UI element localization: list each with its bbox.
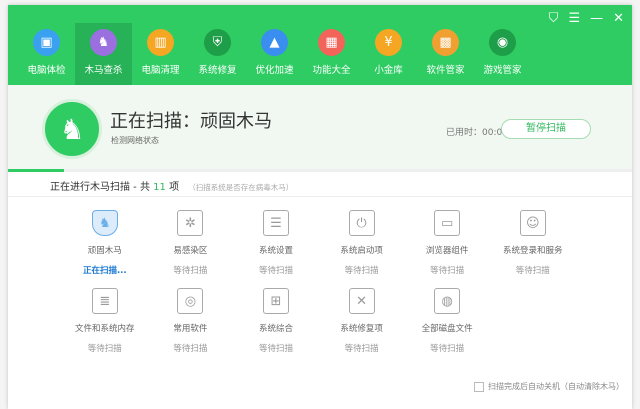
item-count: 11 xyxy=(153,182,166,193)
shield-horse-icon: ♞ xyxy=(91,210,118,236)
horse-icon: ♞ xyxy=(90,29,117,56)
nav-item[interactable]: ⛨ 系统修复 xyxy=(189,23,246,85)
scan-items-grid: ♞ 顽固木马正在扫描... ✲ 易感染区等待扫描 ☰ 系统设置等待扫描 ⏻ 系统启动项等待扫描… xyxy=(62,210,576,354)
horse-icon: ♞ xyxy=(42,99,102,159)
summary-hint: （扫描系统是否存在病毒木马） xyxy=(188,183,294,192)
nav-item[interactable]: ▲ 优化加速 xyxy=(246,23,303,85)
scan-item-status: 等待扫描 xyxy=(173,266,208,276)
scan-item-status: 正在扫描... xyxy=(82,266,127,276)
scan-item: ≣ 文件和系统内存 等待扫描 xyxy=(62,288,148,354)
scan-item: ✕ 系统修复项等待扫描 xyxy=(319,288,405,354)
scan-item: ◍ 全部磁盘文件 等待扫描 xyxy=(404,288,490,354)
pause-scan-button[interactable]: 暂停扫描 xyxy=(501,119,591,139)
hard-disk-icon: ◍ xyxy=(434,288,461,314)
progress-fill xyxy=(8,169,65,172)
nav-label: 电脑体检 xyxy=(27,65,66,76)
scan-item: ⏻ 系统启动项等待扫描 xyxy=(319,210,405,276)
scan-item: ✲ 易感染区等待扫描 xyxy=(148,210,234,276)
nav-label: 优化加速 xyxy=(255,65,294,76)
scan-item-label: 文件和系统内存 xyxy=(75,324,135,334)
shield-icon: ⛨ xyxy=(204,29,231,56)
close-icon[interactable]: ✕ xyxy=(613,11,624,26)
scan-item: ♞ 顽固木马正在扫描... xyxy=(62,210,148,276)
nav-label: 游戏管家 xyxy=(483,65,522,76)
software-box-icon: ◎ xyxy=(177,288,204,314)
nav-label: 功能大全 xyxy=(312,65,351,76)
auto-shutdown-checkbox[interactable] xyxy=(474,381,484,392)
apps-icon: ▩ xyxy=(432,29,459,56)
summary-suffix: 项 xyxy=(169,182,180,193)
scan-item-label: 系统修复项 xyxy=(340,324,383,334)
skin-icon[interactable]: ⛉ xyxy=(549,11,559,26)
nav-item[interactable]: ▣ 电脑体检 xyxy=(18,23,75,85)
scan-item: ▭ 浏览器组件等待扫描 xyxy=(404,210,490,276)
scan-item-label: 顽固木马 xyxy=(87,246,122,256)
scan-subtitle: 检测网络状态 xyxy=(111,136,159,145)
scan-item-status: 等待扫描 xyxy=(344,344,379,354)
top-nav-bar: ⛉ ☰ — ✕ ▣ 电脑体检 ♞ 木马查杀 ▥ 电脑清理 ⛨ 系统修复 ▲ 优化加速 ▦ 功能大全 ¥ 小… xyxy=(8,5,632,85)
scan-item: ⊞ 系统综合等待扫描 xyxy=(233,288,319,354)
auto-shutdown-label: 扫描完成后自动关机（自动清除木马） xyxy=(488,382,624,391)
scan-item-label: 系统启动项 xyxy=(340,246,383,256)
settings-monitor-icon: ☰ xyxy=(262,210,289,236)
scan-item-label: 全部磁盘文件 xyxy=(421,324,473,334)
scan-item-label: 常用软件 xyxy=(173,324,208,334)
main-nav: ▣ 电脑体检 ♞ 木马查杀 ▥ 电脑清理 ⛨ 系统修复 ▲ 优化加速 ▦ 功能大全 ¥ 小金库 ▩ 软件管家 ◉… xyxy=(18,23,531,85)
menu-icon[interactable]: ☰ xyxy=(568,11,580,26)
nav-item[interactable]: ♞ 木马查杀 xyxy=(75,23,132,85)
scan-item-status: 等待扫描 xyxy=(430,266,465,276)
scan-item: ◎ 常用软件等待扫描 xyxy=(148,288,234,354)
scan-item-label: 系统登录和服务 xyxy=(503,246,563,256)
rocket-icon: ▲ xyxy=(261,29,288,56)
power-folder-icon: ⏻ xyxy=(348,210,375,236)
scan-item-status: 等待扫描 xyxy=(258,344,293,354)
scan-item-label: 系统综合 xyxy=(258,324,293,334)
scan-item: ☺ 系统登录和服务 等待扫描 xyxy=(490,210,576,276)
grid-icon: ▦ xyxy=(318,29,345,56)
nav-label: 电脑清理 xyxy=(141,65,180,76)
scan-item-label: 易感染区 xyxy=(173,246,208,256)
nav-label: 小金库 xyxy=(374,65,403,76)
scan-item-status: 等待扫描 xyxy=(173,344,208,354)
nav-item[interactable]: ▦ 功能大全 xyxy=(303,23,360,85)
divider xyxy=(8,196,632,197)
scan-item: ☰ 系统设置等待扫描 xyxy=(233,210,319,276)
windows-icon: ⊞ xyxy=(262,288,289,314)
nav-label: 木马查杀 xyxy=(84,65,123,76)
money-bag-icon: ¥ xyxy=(375,29,402,56)
scan-item-label: 系统设置 xyxy=(258,246,293,256)
summary-prefix: 正在进行木马扫描 - 共 xyxy=(50,182,150,193)
scan-item-status: 等待扫描 xyxy=(515,266,550,276)
tools-icon: ✕ xyxy=(348,288,375,314)
scan-summary: 正在进行木马扫描 - 共 11 项 （扫描系统是否存在病毒木马） xyxy=(50,178,293,193)
id-badge-icon: ☺ xyxy=(519,210,546,236)
minimize-icon[interactable]: — xyxy=(590,11,603,26)
gamepad-icon: ◉ xyxy=(489,29,516,56)
nav-item[interactable]: ◉ 游戏管家 xyxy=(474,23,531,85)
broom-icon: ▥ xyxy=(147,29,174,56)
scan-item-status: 等待扫描 xyxy=(430,344,465,354)
auto-shutdown-option[interactable]: 扫描完成后自动关机（自动清除木马） xyxy=(474,381,624,392)
browser-icon: ▭ xyxy=(434,210,461,236)
nav-label: 软件管家 xyxy=(426,65,465,76)
scan-item-status: 等待扫描 xyxy=(87,344,122,354)
network-icon: ✲ xyxy=(177,210,204,236)
monitor-icon: ▣ xyxy=(33,29,60,56)
app-window: ⛉ ☰ — ✕ ▣ 电脑体检 ♞ 木马查杀 ▥ 电脑清理 ⛨ 系统修复 ▲ 优化加速 ▦ 功能大全 ¥ 小… xyxy=(8,5,632,409)
scan-item-status: 等待扫描 xyxy=(258,266,293,276)
nav-item[interactable]: ▥ 电脑清理 xyxy=(132,23,189,85)
scan-progress-bar xyxy=(8,169,632,172)
document-icon: ≣ xyxy=(91,288,118,314)
nav-label: 系统修复 xyxy=(198,65,237,76)
nav-item[interactable]: ¥ 小金库 xyxy=(360,23,417,85)
scan-item-label: 浏览器组件 xyxy=(425,246,469,256)
scan-status-panel: ♞ 正在扫描：顽固木马 检测网络状态 已用时：00:00:01 暂停扫描 xyxy=(8,85,632,171)
window-controls: ⛉ ☰ — ✕ xyxy=(549,11,624,26)
scan-item-status: 等待扫描 xyxy=(344,266,379,276)
scan-title: 正在扫描：顽固木马 xyxy=(110,111,272,132)
nav-item[interactable]: ▩ 软件管家 xyxy=(417,23,474,85)
